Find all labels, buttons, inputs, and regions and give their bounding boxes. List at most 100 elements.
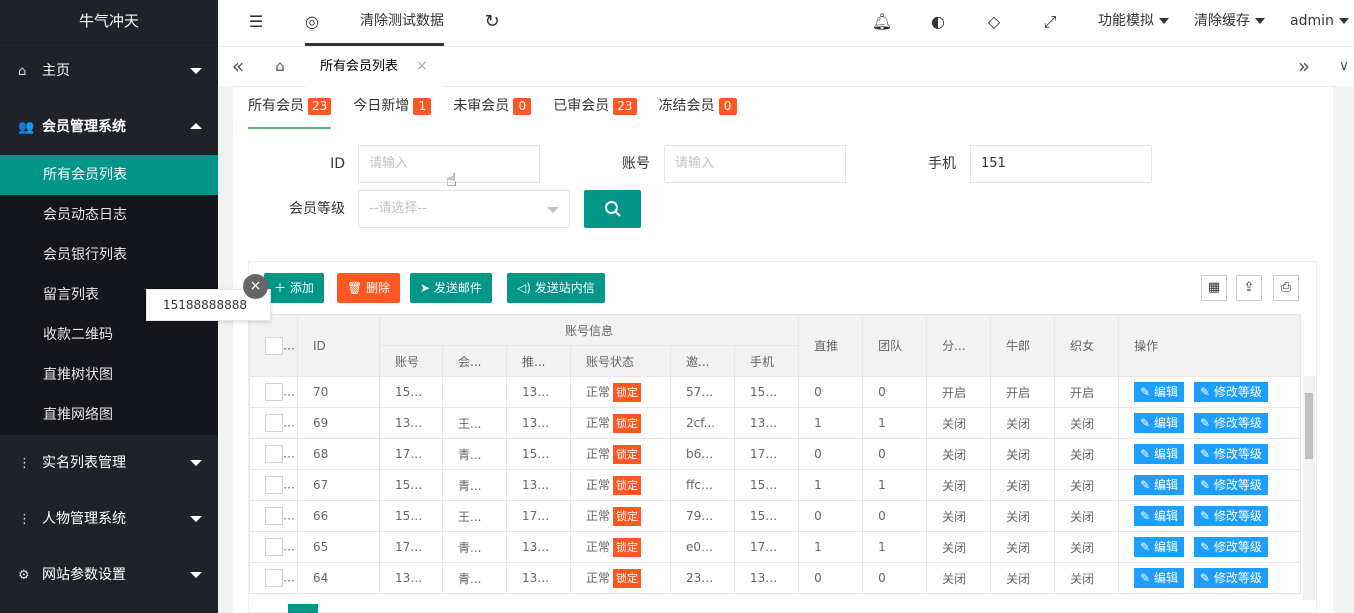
sidebar-item-qrcode[interactable]: 收款二维码 [0,315,218,355]
col-team[interactable]: 团队 [862,314,928,377]
delete-button[interactable]: 🗑︎ 删除 [337,273,401,303]
export-icon[interactable]: ⇪ [1236,275,1262,301]
edit-button[interactable]: ✎ 编辑 [1134,506,1184,526]
user-menu[interactable]: admin [1290,0,1349,47]
sidebar-item-member-bank[interactable]: 会员银行列表 [0,235,218,275]
tabs-scroll-left-icon[interactable]: « [218,47,258,87]
sidebar-group-settings[interactable]: ⚙ 网站参数设置 [0,547,218,603]
clear-test-data-button[interactable]: 清除测试数据 [360,0,444,47]
bell-icon[interactable]: 🔔︎ [870,0,894,47]
level-select[interactable]: --请选择-- [358,190,570,228]
close-icon[interactable]: × [416,58,428,74]
app-logo[interactable]: 牛气冲天 [0,0,218,43]
edit-button[interactable]: ✎ 编辑 [1134,413,1184,433]
edit-button[interactable]: ✎ 编辑 [1134,568,1184,588]
tab-reviewed[interactable]: 已审会员 23 [553,97,637,129]
fullscreen-icon[interactable]: ⤢ [1038,0,1062,47]
send-mail-button[interactable]: ➤ 发送邮件 [410,273,492,303]
account-input[interactable]: 请输入 [664,145,846,183]
tabs-scroll-right-icon[interactable]: » [1284,47,1324,87]
modify-level-button[interactable]: ✎ 修改等级 [1193,475,1268,495]
modify-level-button[interactable]: ✎ 修改等级 [1193,382,1268,402]
modify-level-button[interactable]: ✎ 修改等级 [1193,413,1268,433]
col-weaver[interactable]: 织女 [1054,314,1120,377]
lock-button[interactable]: 锁定 [613,382,642,402]
lock-button[interactable]: 锁定 [613,413,642,433]
table-row[interactable]: 67 157... 青... 132... 正常 锁定 ffccb0 157... 1 1 关闭 关闭… [249,469,1302,501]
row-checkbox[interactable] [265,445,283,463]
close-icon[interactable]: × [243,274,268,299]
lock-button[interactable]: 锁定 [613,475,642,495]
tab-unreviewed[interactable]: 未审会员 0 [453,97,532,129]
sidebar-group-member[interactable]: 👥 会员管理系统 [0,99,218,155]
add-button[interactable]: ＋ 添加 [264,273,324,303]
col-invite[interactable]: 邀... [670,345,735,377]
sidebar-group-home[interactable]: ⌂ 主页 [0,43,218,99]
col-id[interactable]: ID [297,314,380,377]
edit-button[interactable]: ✎ 编辑 [1134,444,1184,464]
table-row[interactable]: 68 173... 青... 157... 正常 锁定 b66... 173... 0 0 关闭 关闭… [249,438,1302,470]
refresh-icon[interactable]: ↻ [480,0,504,47]
table-row[interactable]: 66 151... 王... 171... 正常 锁定 79d... 151... 0 0 关闭 关闭… [249,500,1302,532]
modify-level-button[interactable]: ✎ 修改等级 [1193,537,1268,557]
col-account[interactable]: 账号 [379,345,443,377]
sidebar-group-realname[interactable]: ⋮ 实名列表管理 [0,435,218,491]
col-member[interactable]: 会... [442,345,507,377]
sidebar-item-network[interactable]: 直推网络图 [0,395,218,435]
lock-button[interactable]: 锁定 [613,444,642,464]
tab-all-members[interactable]: 所有会员列表 × [306,47,442,87]
tab-frozen[interactable]: 冻结会员 0 [659,97,737,129]
tab-today[interactable]: 今日新增 1 [353,97,432,129]
modify-level-button[interactable]: ✎ 修改等级 [1193,444,1268,464]
row-checkbox[interactable] [265,507,283,525]
select-all-checkbox[interactable] [265,336,283,355]
sidebar-item-tree[interactable]: 直推树状图 [0,355,218,395]
globe-icon[interactable]: ◎ [300,0,324,47]
row-checkbox[interactable] [265,476,283,494]
modify-level-button[interactable]: ✎ 修改等级 [1193,568,1268,588]
table-row[interactable]: 65 171... 青... 132... 正常 锁定 e0c... 171... 1 1 关闭 关闭… [249,531,1302,563]
table-row[interactable]: 69 132... 王... 132... 正常 锁定 2cf... 132... 1 1 关闭 关闭… [249,407,1302,439]
edit-button[interactable]: ✎ 编辑 [1134,475,1184,495]
col-referrer[interactable]: 推... [506,345,571,377]
col-direct[interactable]: 直推 [798,314,864,377]
current-page-button[interactable] [288,604,318,613]
col-share[interactable]: 分... [926,314,992,377]
columns-filter-icon[interactable]: ▦ [1201,275,1227,301]
cell-team: 0 [862,500,928,532]
clear-cache-dropdown[interactable]: 清除缓存 [1194,0,1265,47]
table-row[interactable]: 64 132... 青... 132... 正常 锁定 232... 132... 0 0 关闭 关闭… [249,562,1302,594]
sidebar-item-member-log[interactable]: 会员动态日志 [0,195,218,235]
table-row[interactable]: 7015188888888132...正常锁定57d...151...00开启开… [249,376,1302,408]
tag-icon[interactable]: ◇ [982,0,1006,47]
row-checkbox[interactable] [265,538,283,556]
sidebar-item-all-members[interactable]: 所有会员列表 [0,155,218,195]
print-icon[interactable]: ⎙ [1273,275,1299,301]
cell-cowherd: 开启 [990,376,1056,408]
edit-button[interactable]: ✎ 编辑 [1134,537,1184,557]
table-scrollbar[interactable] [1303,376,1315,600]
tab-all[interactable]: 所有会员 23 [248,97,332,129]
lock-button[interactable]: 锁定 [613,506,642,526]
edit-button[interactable]: ✎ 编辑 [1134,382,1184,402]
scrollbar-thumb[interactable] [1305,393,1313,459]
tab-label: 冻结会员 [658,98,715,114]
lock-button[interactable]: 锁定 [613,537,642,557]
phone-input[interactable]: 151 [970,145,1152,183]
palette-icon[interactable]: ◐ [926,0,950,47]
modify-level-button[interactable]: ✎ 修改等级 [1193,506,1268,526]
sidebar-group-character[interactable]: ⋮ 人物管理系统 [0,491,218,547]
search-button[interactable] [584,190,641,228]
row-checkbox[interactable] [265,414,283,432]
col-status[interactable]: 账号状态 [570,345,671,377]
send-message-button[interactable]: ◁) 发送站内信 [507,273,605,303]
col-cowherd[interactable]: 牛郎 [990,314,1056,377]
lock-button[interactable]: 锁定 [613,568,642,588]
row-checkbox[interactable] [265,383,283,401]
col-phone[interactable]: 手机 [733,345,800,377]
menu-toggle-icon[interactable]: ☰ [244,0,268,47]
home-tab-icon[interactable]: ⌂ [260,47,300,87]
function-sim-dropdown[interactable]: 功能模拟 [1098,0,1169,47]
tabs-menu-icon[interactable]: ∨ [1324,47,1354,87]
row-checkbox[interactable] [265,569,283,587]
